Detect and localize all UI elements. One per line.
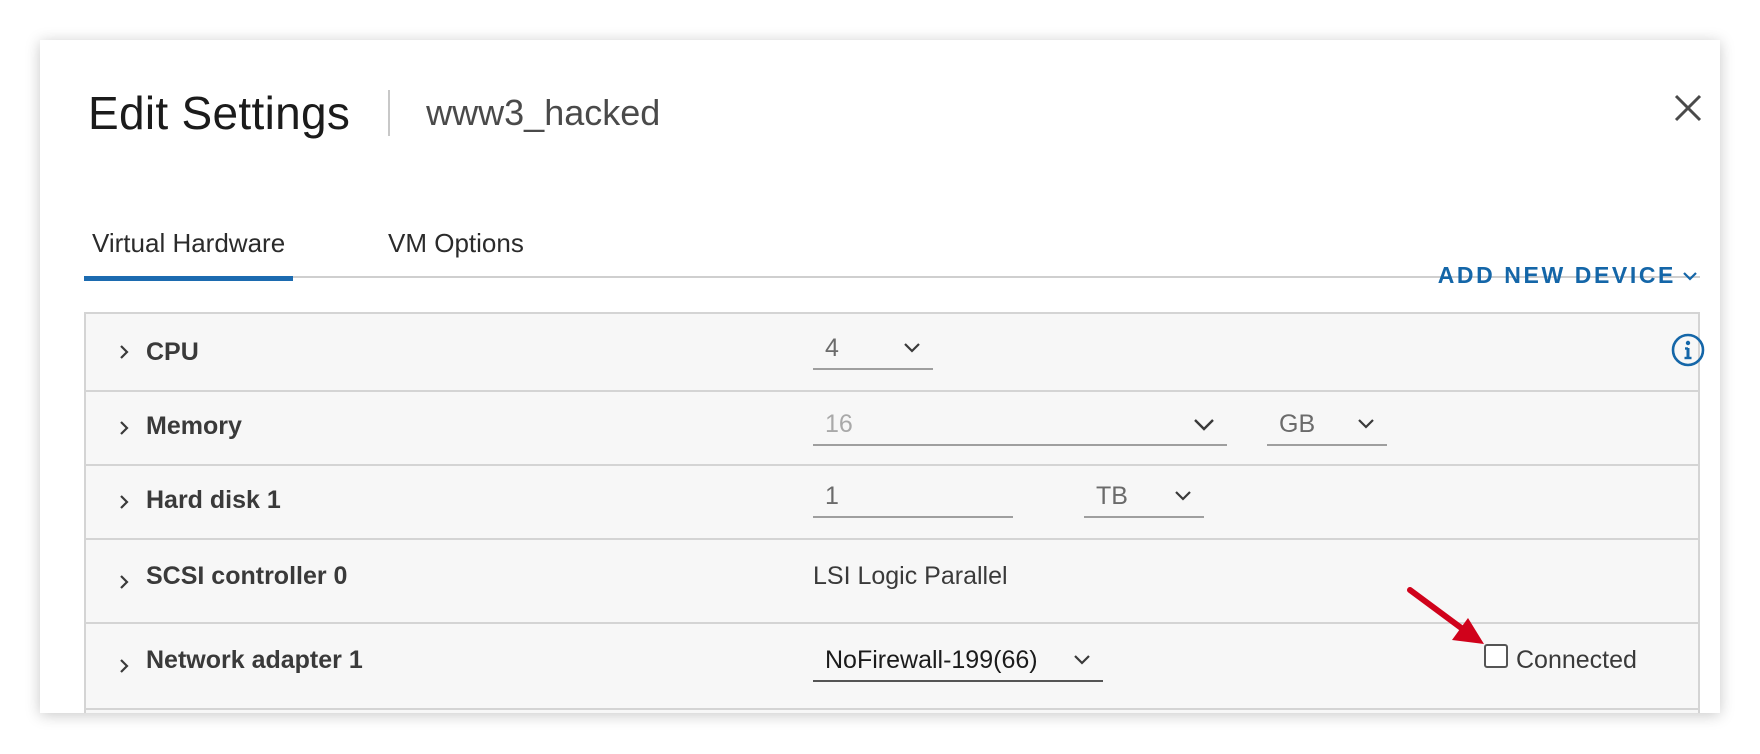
chevron-down-icon — [1074, 655, 1090, 665]
chevron-down-icon — [1175, 491, 1191, 501]
memory-label: Memory — [146, 412, 242, 440]
network-label: Network adapter 1 — [146, 646, 363, 674]
cpu-select[interactable]: 4 — [813, 328, 933, 370]
hard-disk-value: 1 — [825, 482, 839, 510]
close-icon — [1674, 94, 1702, 122]
chevron-down-icon — [1683, 271, 1697, 281]
title-divider — [388, 90, 391, 136]
memory-input[interactable]: 16 — [813, 404, 1227, 446]
memory-value: 16 — [825, 410, 853, 438]
network-select[interactable]: NoFirewall-199(66) — [813, 640, 1103, 682]
device-row-cpu: CPU 4 — [86, 314, 1705, 392]
add-new-device-button[interactable]: ADD NEW DEVICE — [1438, 262, 1698, 289]
scsi-value: LSI Logic Parallel — [813, 562, 1008, 590]
info-icon[interactable] — [1670, 332, 1706, 368]
chevron-right-icon[interactable] — [116, 494, 132, 510]
chevron-down-icon — [904, 343, 920, 353]
chevron-right-icon[interactable] — [116, 420, 132, 436]
device-row-network: Network adapter 1 NoFirewall-199(66) Con… — [86, 587, 1698, 710]
edit-settings-dialog: Edit Settings www3_hacked Virtual Hardwa… — [40, 40, 1720, 713]
hard-disk-unit: TB — [1096, 482, 1128, 510]
tab-vm-options[interactable]: VM Options — [380, 228, 532, 269]
hardware-grid: CPU 4 Memory 16 GB Hard disk 1 1 TB SCSI… — [84, 312, 1705, 713]
chevron-down-icon — [1194, 419, 1214, 431]
chevron-right-icon[interactable] — [116, 658, 132, 674]
cpu-label: CPU — [146, 338, 199, 366]
dialog-header: Edit Settings www3_hacked — [88, 78, 660, 148]
hard-disk-unit-select[interactable]: TB — [1084, 476, 1204, 518]
network-value: NoFirewall-199(66) — [825, 646, 1038, 674]
dialog-title: Edit Settings — [88, 87, 351, 139]
scsi-label: SCSI controller 0 — [146, 562, 348, 590]
memory-unit: GB — [1279, 410, 1316, 438]
hard-disk-size-input[interactable]: 1 — [813, 476, 1013, 518]
tab-virtual-hardware[interactable]: Virtual Hardware — [84, 228, 294, 281]
annotation-arrow-icon — [1407, 587, 1484, 644]
chevron-right-icon[interactable] — [116, 574, 132, 590]
cpu-value: 4 — [825, 334, 839, 362]
device-row-hard-disk: Hard disk 1 1 TB — [86, 466, 1698, 540]
chevron-right-icon[interactable] — [116, 344, 132, 360]
hard-disk-label: Hard disk 1 — [146, 486, 281, 514]
chevron-down-icon — [1358, 419, 1374, 429]
device-row-memory: Memory 16 GB — [86, 392, 1698, 466]
close-button[interactable] — [1668, 88, 1708, 128]
vm-name: www3_hacked — [426, 92, 661, 133]
add-new-device-label: ADD NEW DEVICE — [1437, 262, 1676, 288]
memory-unit-select[interactable]: GB — [1267, 404, 1387, 446]
connected-label: Connected — [1516, 646, 1637, 674]
